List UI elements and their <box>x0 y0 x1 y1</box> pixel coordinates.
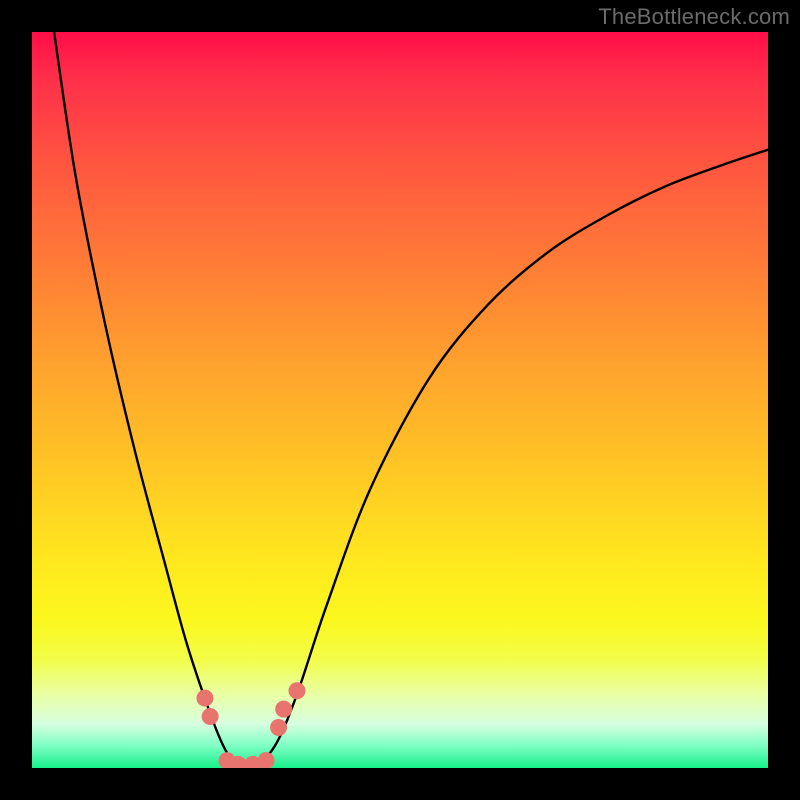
curve-layer <box>32 32 768 768</box>
data-marker <box>258 752 275 768</box>
data-marker <box>270 719 287 736</box>
plot-area <box>32 32 768 768</box>
data-marker <box>275 701 292 718</box>
data-marker <box>202 708 219 725</box>
data-marker <box>288 682 305 699</box>
chart-frame: TheBottleneck.com <box>0 0 800 800</box>
marker-group <box>196 682 305 768</box>
watermark-text: TheBottleneck.com <box>598 4 790 30</box>
data-marker <box>196 690 213 707</box>
bottleneck-curve-path <box>54 32 768 768</box>
